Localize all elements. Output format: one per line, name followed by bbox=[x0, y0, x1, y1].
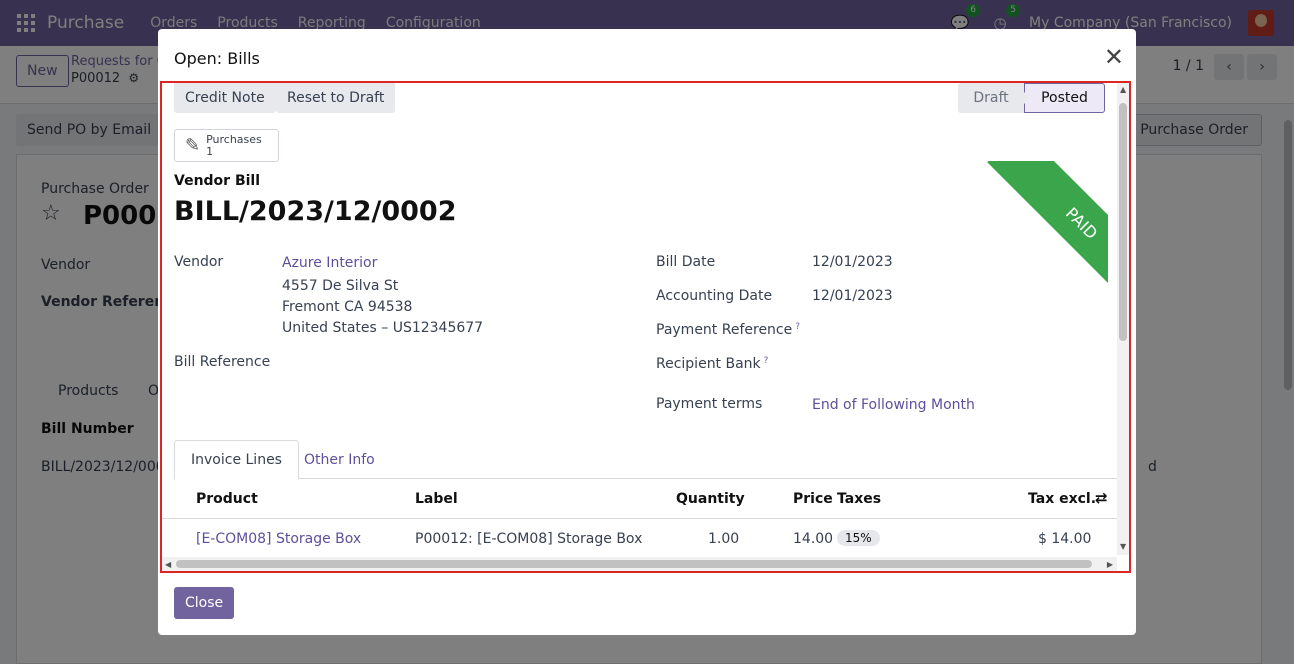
status-draft[interactable]: Draft bbox=[958, 83, 1024, 113]
bill-date-label: Bill Date bbox=[656, 254, 716, 270]
edit-icon: ✎ bbox=[185, 134, 201, 156]
accounting-date-value[interactable]: 12/01/2023 bbox=[812, 288, 893, 304]
help-icon[interactable]: ? bbox=[764, 356, 769, 366]
vendor-link[interactable]: Azure Interior bbox=[282, 255, 377, 271]
paid-ribbon-label: PAID bbox=[987, 161, 1108, 311]
dialog-vertical-scrollbar[interactable]: ▲ ▼ bbox=[1117, 83, 1129, 555]
scroll-down-icon[interactable]: ▼ bbox=[1120, 542, 1126, 551]
scroll-right-icon[interactable]: ▶ bbox=[1107, 560, 1113, 569]
row-tax-excl: $ 14.00 bbox=[1038, 531, 1092, 547]
bills-dialog: Open: Bills ✕ Credit Note Reset to Draft… bbox=[158, 29, 1136, 635]
payment-terms-value[interactable]: End of Following Month bbox=[812, 397, 975, 413]
document-name: BILL/2023/12/0002 bbox=[174, 196, 457, 227]
row-quantity: 1.00 bbox=[708, 531, 740, 547]
vendor-address-line3: United States – US12345677 bbox=[282, 320, 484, 336]
dialog-title: Open: Bills bbox=[174, 49, 260, 68]
payment-terms-label: Payment terms bbox=[656, 396, 763, 412]
close-button[interactable]: Close bbox=[174, 587, 235, 619]
vendor-address-line2: Fremont CA 94538 bbox=[282, 299, 413, 315]
smart-button-count: 1 bbox=[206, 144, 214, 158]
column-settings-icon[interactable]: ⇄ bbox=[1095, 489, 1108, 507]
row-price: 14.00 bbox=[793, 531, 834, 547]
vertical-scroll-thumb[interactable] bbox=[1119, 103, 1127, 341]
reset-to-draft-button[interactable]: Reset to Draft bbox=[276, 83, 396, 113]
row-product[interactable]: [E-COM08] Storage Box bbox=[196, 531, 361, 547]
column-product[interactable]: Product bbox=[196, 491, 258, 507]
tab-other-info[interactable]: Other Info bbox=[288, 440, 391, 480]
paid-ribbon: PAID bbox=[958, 161, 1108, 311]
dialog-horizontal-scrollbar[interactable]: ◀ ▶ bbox=[162, 557, 1117, 571]
payment-reference-label: Payment Reference? bbox=[656, 322, 801, 338]
status-posted[interactable]: Posted bbox=[1024, 83, 1105, 113]
recipient-bank-label: Recipient Bank? bbox=[656, 356, 769, 372]
purchases-smart-button[interactable]: ✎ Purchases 1 bbox=[174, 129, 279, 162]
dialog-header: Open: Bills ✕ bbox=[158, 29, 1136, 85]
bill-date-value[interactable]: 12/01/2023 bbox=[812, 254, 893, 270]
column-quantity[interactable]: Quantity bbox=[676, 491, 745, 507]
vendor-address-line1: 4557 De Silva St bbox=[282, 278, 399, 294]
smart-button-label: Purchases bbox=[206, 132, 262, 146]
help-icon[interactable]: ? bbox=[795, 322, 800, 332]
column-label[interactable]: Label bbox=[415, 491, 458, 507]
status-arrow-icon bbox=[1018, 83, 1028, 114]
column-taxes[interactable]: Taxes bbox=[837, 491, 881, 507]
scroll-left-icon[interactable]: ◀ bbox=[165, 560, 171, 569]
column-price[interactable]: Price bbox=[793, 491, 833, 507]
tab-invoice-lines[interactable]: Invoice Lines bbox=[174, 440, 299, 480]
table-row[interactable]: [E-COM08] Storage Box P00012: [E-COM08] … bbox=[162, 519, 1122, 559]
scroll-up-icon[interactable]: ▲ bbox=[1120, 85, 1126, 94]
invoice-lines-header: Product Label Quantity Price Taxes Tax e… bbox=[162, 479, 1122, 519]
accounting-date-label: Accounting Date bbox=[656, 288, 773, 304]
bill-tabs: Invoice Lines Other Info bbox=[174, 440, 1122, 480]
row-label: P00012: [E-COM08] Storage Box bbox=[415, 531, 643, 547]
horizontal-scroll-thumb[interactable] bbox=[176, 560, 1092, 568]
row-tax-tag: 15% bbox=[837, 530, 880, 546]
bill-reference-label: Bill Reference bbox=[174, 354, 271, 370]
vendor-label: Vendor bbox=[174, 254, 224, 270]
credit-note-button[interactable]: Credit Note bbox=[174, 83, 276, 113]
bill-form-frame: Credit Note Reset to Draft Draft Posted … bbox=[162, 83, 1129, 571]
column-tax-excl[interactable]: Tax excl. bbox=[1028, 491, 1096, 507]
document-type: Vendor Bill bbox=[174, 173, 261, 189]
close-icon[interactable]: ✕ bbox=[1104, 45, 1124, 69]
